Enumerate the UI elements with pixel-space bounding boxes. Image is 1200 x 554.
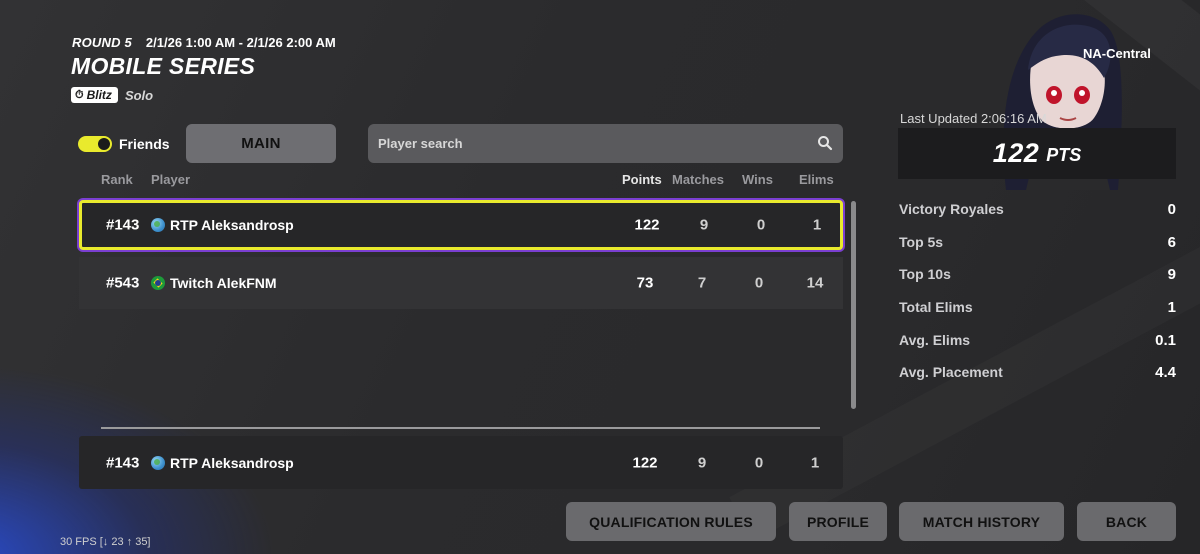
search-icon[interactable] — [817, 135, 833, 151]
col-header-points: Points — [622, 172, 662, 187]
wins-value: 0 — [754, 274, 764, 292]
player-cell: RTP Aleksandrosp — [151, 217, 294, 233]
mode-label: Solo — [124, 87, 154, 103]
stat-label: Victory Royales — [899, 201, 1004, 217]
stat-total-elims: Total Elims 1 — [899, 299, 1177, 316]
profile-button[interactable]: PROFILE — [789, 502, 887, 541]
stat-value: 4.4 — [1155, 364, 1176, 381]
col-header-wins: Wins — [742, 172, 773, 187]
elims-value: 1 — [810, 454, 820, 471]
round-label: ROUND 5 — [72, 35, 132, 50]
rank-value: #143 — [106, 216, 140, 234]
elims-value: 14 — [806, 274, 824, 292]
player-cell: Twitch AlekFNM — [151, 275, 277, 291]
stat-avg-placement: Avg. Placement 4.4 — [899, 364, 1177, 381]
points-value: 122 — [634, 216, 660, 234]
toggle-knob — [98, 138, 110, 150]
table-row[interactable]: #543 Twitch AlekFNM 73 7 0 14 — [79, 257, 843, 309]
stat-label: Avg. Placement — [899, 364, 1003, 380]
blitz-badge: ⏱ Blitz — [71, 87, 118, 103]
player-name: Twitch AlekFNM — [170, 275, 277, 291]
stat-value: 1 — [1167, 299, 1176, 316]
fps-overlay: 30 FPS [↓ 23 ↑ 35] — [60, 536, 151, 548]
points-value: 73 — [636, 274, 654, 292]
stat-label: Top 5s — [899, 234, 944, 250]
blitz-icon: ⏱ — [75, 88, 84, 101]
player-cell: RTP Aleksandrosp — [151, 455, 294, 471]
friends-toggle[interactable] — [78, 136, 112, 152]
col-header-matches: Matches — [672, 172, 725, 187]
rank-value: #143 — [106, 454, 140, 471]
stat-victory-royales: Victory Royales 0 — [899, 201, 1177, 218]
stat-top-10s: Top 10s 9 — [899, 266, 1177, 283]
back-button[interactable]: BACK — [1077, 502, 1176, 541]
points-total: 122 — [992, 138, 1040, 168]
wins-value: 0 — [754, 454, 764, 471]
rank-value: #543 — [106, 274, 140, 292]
wins-value: 0 — [756, 216, 766, 234]
player-search-input[interactable]: Player search — [368, 124, 843, 163]
points-unit: PTS — [1046, 145, 1082, 165]
col-header-elims: Elims — [799, 172, 834, 187]
points-summary: 122 PTS — [898, 128, 1176, 179]
my-rank-row[interactable]: #143 RTP Aleksandrosp 122 9 0 1 — [79, 436, 843, 489]
stat-value: 6 — [1167, 234, 1176, 251]
globe-icon — [151, 218, 165, 232]
stat-value: 9 — [1167, 266, 1176, 283]
qualification-rules-button[interactable]: QUALIFICATION RULES — [566, 502, 776, 541]
mode-row: ⏱ Blitz Solo — [71, 87, 153, 103]
elims-value: 1 — [812, 216, 822, 234]
col-header-rank: Rank — [101, 172, 133, 187]
last-updated: Last Updated 2:06:16 AM — [900, 111, 1047, 126]
blitz-label: Blitz — [86, 88, 112, 102]
event-title: MOBILE SERIES — [71, 53, 256, 79]
col-header-player: Player — [151, 172, 191, 187]
player-name: RTP Aleksandrosp — [170, 454, 294, 471]
match-history-button[interactable]: MATCH HISTORY — [899, 502, 1064, 541]
divider — [101, 427, 820, 429]
points-value: 122 — [632, 454, 658, 471]
matches-value: 9 — [697, 454, 707, 471]
stat-label: Avg. Elims — [899, 332, 971, 348]
brazil-flag-icon — [151, 276, 165, 290]
table-scrollbar[interactable] — [851, 201, 856, 409]
main-tab-button[interactable]: MAIN — [186, 124, 336, 163]
player-name: RTP Aleksandrosp — [170, 217, 294, 233]
stat-label: Total Elims — [899, 299, 973, 315]
region-label: NA-Central — [1083, 46, 1151, 61]
stat-value: 0.1 — [1155, 332, 1176, 349]
table-row[interactable]: #143 RTP Aleksandrosp 122 9 0 1 — [79, 200, 843, 250]
matches-value: 7 — [697, 274, 707, 292]
stat-label: Top 10s — [899, 266, 951, 282]
event-meta: ROUND 5 2/1/26 1:00 AM - 2/1/26 2:00 AM — [72, 35, 336, 50]
globe-icon — [151, 455, 165, 470]
matches-value: 9 — [699, 216, 709, 234]
stat-value: 0 — [1167, 201, 1176, 218]
search-placeholder: Player search — [378, 136, 463, 151]
stat-avg-elims: Avg. Elims 0.1 — [899, 332, 1177, 349]
friends-label: Friends — [119, 136, 170, 152]
event-time-range: 2/1/26 1:00 AM - 2/1/26 2:00 AM — [145, 35, 336, 50]
stat-top-5s: Top 5s 6 — [899, 234, 1177, 251]
